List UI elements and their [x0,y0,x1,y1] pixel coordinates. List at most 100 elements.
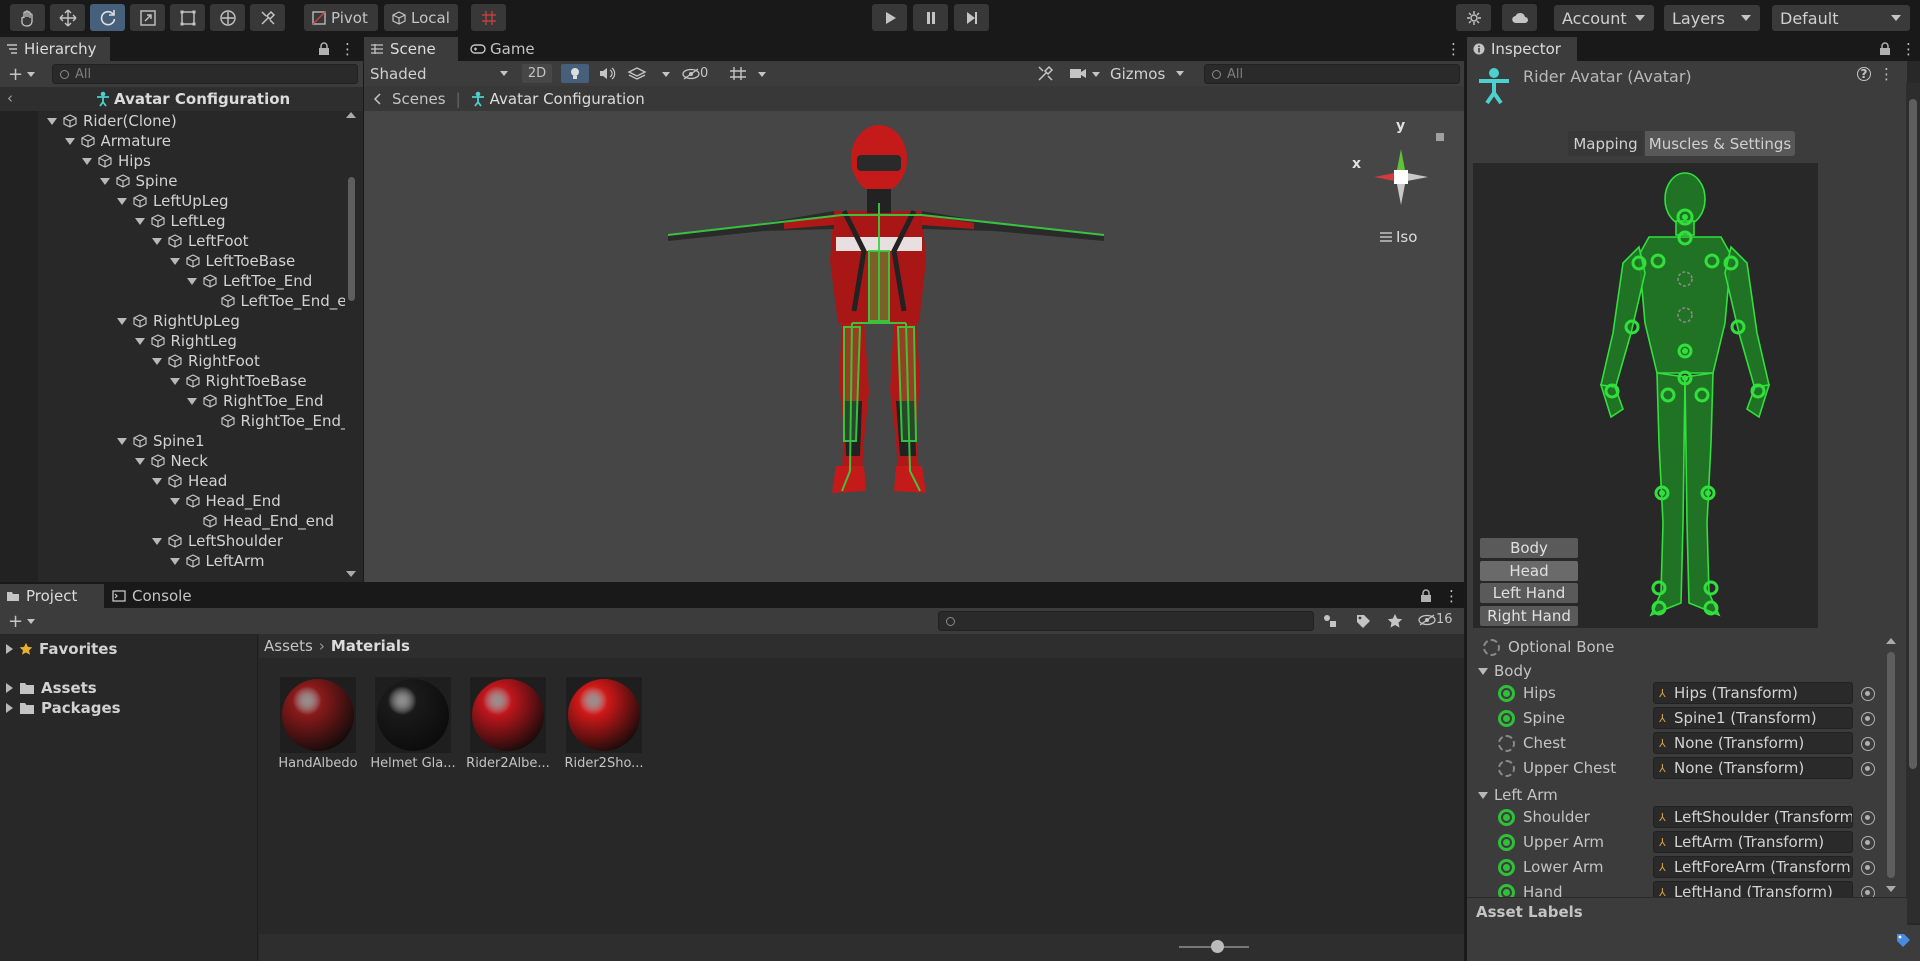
account-dropdown[interactable]: Account [1554,5,1654,31]
lighting-toggle[interactable] [561,64,589,83]
hierarchy-row[interactable]: LeftLeg [134,211,226,231]
expand-arrow-icon[interactable] [152,357,162,365]
object-picker-icon[interactable] [1861,687,1875,701]
add-icon[interactable]: + [8,64,23,85]
object-picker-icon[interactable] [1861,762,1875,776]
expand-arrow-icon[interactable] [134,217,145,225]
asset-breadcrumb-root[interactable]: Assets [264,637,313,655]
tree-item-packages[interactable]: Packages [6,698,121,718]
expand-arrow-icon[interactable] [1478,667,1488,675]
bone-transform-field[interactable]: ⅄ Spine1 (Transform) [1653,707,1853,729]
grid-snap-icon[interactable] [471,4,506,31]
lock-icon[interactable] [1879,42,1891,55]
tab-muscles-settings[interactable]: Muscles & Settings [1645,131,1795,156]
2d-toggle[interactable]: 2D [522,64,552,83]
expand-arrow-icon[interactable] [1478,791,1488,799]
pivot-toggle[interactable]: Pivot [304,4,378,31]
tab-hierarchy[interactable]: Hierarchy [0,37,110,61]
play-button[interactable] [872,4,907,31]
services-icon[interactable] [1456,4,1491,31]
thumbnail-size-slider[interactable] [1211,940,1224,953]
bone-transform-field[interactable]: ⅄ LeftShoulder (Transform) [1653,806,1853,828]
tab-scene[interactable]: Scene [364,37,458,61]
hierarchy-row[interactable]: Head [152,471,227,491]
lock-icon[interactable] [318,42,330,55]
tab-console[interactable]: Console [106,584,206,608]
rect-tool-icon[interactable] [170,4,205,31]
chevron-down-icon[interactable] [758,72,766,77]
hierarchy-row[interactable]: Armature [64,131,171,151]
bone-list-scrollbar[interactable] [1884,638,1898,896]
material-thumbnail[interactable] [566,677,642,753]
object-picker-icon[interactable] [1861,861,1875,875]
hidden-objects-toggle[interactable]: 0 [682,64,720,83]
more-icon[interactable]: ⋮ [1444,587,1459,605]
expand-arrow-icon[interactable] [169,497,180,505]
expand-arrow-icon[interactable] [152,477,162,485]
move-tool-icon[interactable] [50,4,85,31]
expand-arrow-icon[interactable] [187,397,197,405]
inspector-scrollbar[interactable] [1906,83,1920,923]
material-thumbnail[interactable] [280,677,356,753]
bone-transform-field[interactable]: ⅄ None (Transform) [1653,757,1853,779]
bone-status-icon[interactable] [1498,734,1515,752]
bone-status-icon[interactable] [1498,858,1515,876]
add-icon[interactable]: + [8,611,23,632]
project-search-input[interactable] [938,611,1314,631]
hierarchy-row[interactable]: LeftArm [169,551,265,571]
transform-tool-icon[interactable] [210,4,245,31]
expand-arrow-icon[interactable] [134,457,145,465]
hierarchy-row[interactable]: LeftToe_End [187,271,312,291]
scene-viewport[interactable]: y x Iso [364,111,1464,582]
bone-status-icon[interactable] [1498,808,1515,826]
rotate-tool-icon[interactable] [90,4,125,31]
tab-project[interactable]: Project [0,584,104,608]
body-part-right-hand[interactable]: Right Hand [1480,606,1578,626]
layers-dropdown[interactable]: Layers [1664,5,1760,31]
hierarchy-row[interactable]: Rider(Clone) [47,111,177,131]
shading-mode-dropdown[interactable]: Shaded [366,63,514,84]
effects-toggle-icon[interactable] [626,64,648,83]
gizmos-dropdown[interactable]: Gizmos [1110,64,1188,83]
hierarchy-row[interactable]: RightToe_End [187,391,324,411]
expand-arrow-icon[interactable] [117,317,127,325]
grid-toggle-icon[interactable] [728,64,750,83]
tab-game[interactable]: Game [464,37,544,61]
more-icon[interactable]: ⋮ [1901,40,1916,58]
chevron-down-icon[interactable] [27,619,35,624]
hierarchy-row[interactable]: LeftUpLeg [117,191,229,211]
more-icon[interactable]: ⋮ [340,40,355,58]
object-picker-icon[interactable] [1861,737,1875,751]
scale-tool-icon[interactable] [130,4,165,31]
lock-icon[interactable] [1420,589,1432,602]
cloud-icon[interactable] [1502,4,1537,31]
bone-section-header[interactable]: Left Arm [1478,783,1558,807]
expand-arrow-icon[interactable] [117,437,127,445]
hierarchy-row[interactable]: Head_End_end [187,511,334,531]
scene-search-input[interactable]: All [1204,64,1460,84]
object-picker-icon[interactable] [1861,836,1875,850]
audio-toggle-icon[interactable] [596,64,618,83]
hierarchy-row[interactable]: LeftShoulder [152,531,283,551]
hierarchy-row[interactable]: LeftToeBase [169,251,295,271]
hierarchy-row[interactable]: Head_End [169,491,281,511]
hierarchy-row[interactable]: RightToeBase [169,371,307,391]
body-part-body[interactable]: Body [1480,538,1578,558]
hierarchy-row[interactable]: LeftFoot [152,231,249,251]
pause-button[interactable] [913,4,948,31]
filter-by-label-icon[interactable] [1355,613,1371,629]
breadcrumb-root[interactable]: Scenes [392,90,446,108]
hierarchy-row[interactable]: Spine1 [117,431,205,451]
bone-section-header[interactable]: Body [1478,659,1532,683]
settings-more-icon[interactable]: ⋮ [1879,65,1894,83]
expand-arrow-icon[interactable] [152,537,162,545]
asset-labels-header[interactable]: Asset Labels [1467,897,1907,925]
projection-toggle[interactable]: Iso [1380,228,1417,246]
more-icon[interactable]: ⋮ [1446,40,1461,58]
bone-transform-field[interactable]: ⅄ LeftForeArm (Transform) [1653,856,1853,878]
hierarchy-row[interactable]: RightToe_End_e [205,411,349,431]
tab-mapping[interactable]: Mapping [1568,131,1643,156]
tree-item-assets[interactable]: Assets [6,678,97,698]
camera-icon[interactable] [1068,64,1090,83]
favorites-item[interactable]: Favorites [6,639,117,659]
